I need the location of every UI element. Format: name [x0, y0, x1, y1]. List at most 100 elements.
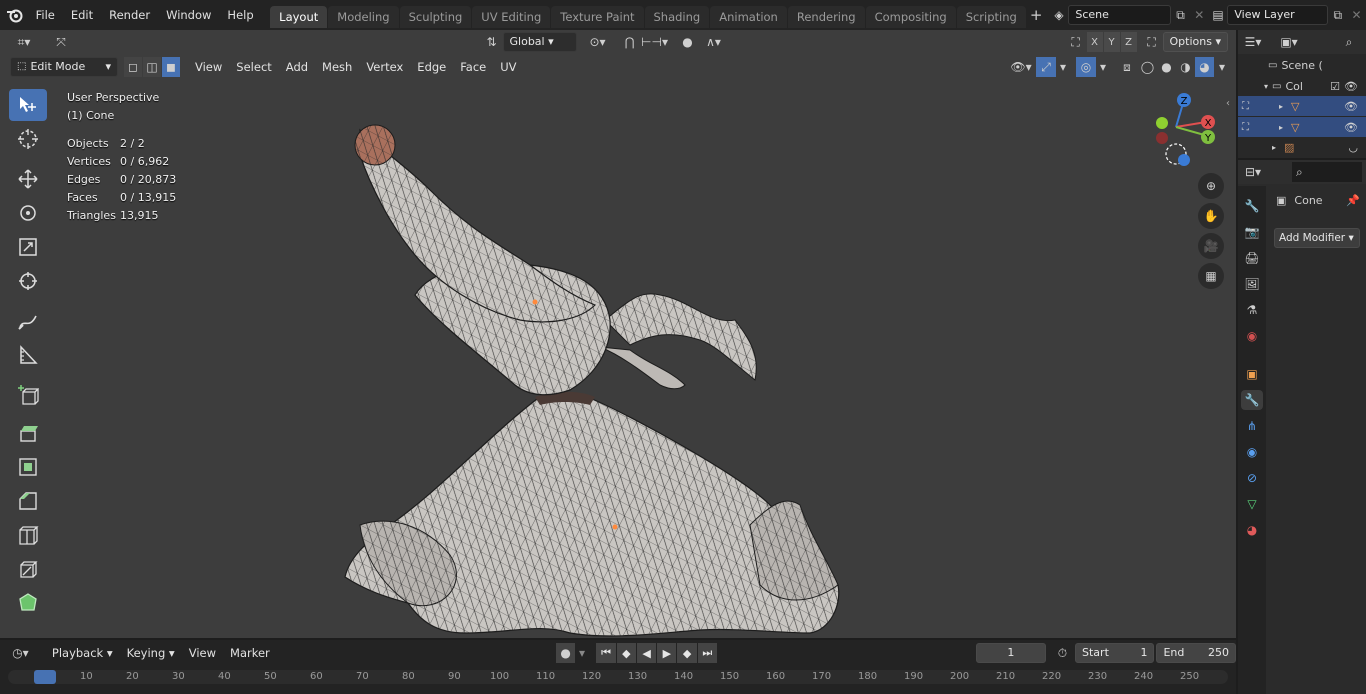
auto-merge-icon[interactable]: ⛶ — [1141, 32, 1163, 52]
gizmo-dropdown-icon[interactable]: ▾ — [1056, 57, 1070, 77]
cursor-tool-icon[interactable] — [9, 123, 47, 155]
hidden-eye-icon[interactable]: ◡ — [1348, 141, 1358, 154]
menu-mesh[interactable]: Mesh — [315, 57, 359, 77]
physics-tab-icon[interactable]: ◉ — [1241, 442, 1263, 462]
add-cube-tool-icon[interactable] — [9, 379, 47, 411]
solid-shading-icon[interactable]: ● — [1157, 57, 1176, 77]
transform-tool-icon[interactable] — [9, 265, 47, 297]
blender-logo-icon[interactable] — [2, 5, 28, 25]
material-shading-icon[interactable]: ◑ — [1176, 57, 1195, 77]
world-tab-icon[interactable]: ◉ — [1241, 326, 1263, 346]
rendered-shading-icon[interactable]: ◕ — [1195, 57, 1214, 77]
menu-window[interactable]: Window — [158, 0, 219, 30]
scene-name-field[interactable]: Scene — [1068, 5, 1172, 25]
select-tool-icon[interactable] — [9, 89, 47, 121]
tab-modeling[interactable]: Modeling — [328, 6, 399, 28]
orientation-icon[interactable]: ⇅ — [481, 32, 503, 52]
constraints-tab-icon[interactable]: ⊘ — [1241, 468, 1263, 488]
pivot-point-icon[interactable]: ⊙▾ — [583, 32, 613, 52]
view-layer-tab-icon[interactable]: 🖼 — [1241, 274, 1263, 294]
tab-compositing[interactable]: Compositing — [865, 6, 956, 28]
mirror-icon[interactable]: ⛶ — [1065, 32, 1087, 52]
inset-tool-icon[interactable] — [9, 451, 47, 483]
eye-icon[interactable]: 👁 — [1344, 100, 1358, 113]
outliner-object-row-2[interactable]: ⛶ ▸ ▽ 👁 — [1238, 117, 1366, 137]
pin-icon[interactable]: 📌 — [1346, 194, 1360, 207]
loop-cut-tool-icon[interactable] — [9, 519, 47, 551]
scene-tab-icon[interactable]: ⚗ — [1241, 300, 1263, 320]
properties-search-icon[interactable]: ⌕ — [1292, 162, 1362, 182]
display-mode-icon[interactable]: ▣▾ — [1274, 32, 1304, 52]
scale-tool-icon[interactable] — [9, 231, 47, 263]
tab-shading[interactable]: Shading — [644, 6, 710, 28]
options-dropdown[interactable]: Options ▾ — [1162, 32, 1228, 52]
mirror-x-toggle[interactable]: X — [1086, 32, 1103, 52]
outliner-search-icon[interactable]: ⌕ — [1338, 32, 1360, 52]
render-tab-icon[interactable]: 📷 — [1241, 222, 1263, 242]
menu-edge[interactable]: Edge — [410, 57, 453, 77]
overlay-dropdown-icon[interactable]: ▾ — [1096, 57, 1110, 77]
outliner-object-row-1[interactable]: ⛶ ▸ ▽ 👁 — [1238, 96, 1366, 116]
perspective-toggle-icon[interactable]: ▦ — [1198, 263, 1224, 289]
falloff-icon[interactable]: ∧▾ — [699, 32, 729, 52]
mode-select[interactable]: ⬚ Edit Mode ▾ — [10, 57, 118, 77]
eye-icon[interactable]: 👁 — [1344, 121, 1358, 134]
add-workspace-icon[interactable]: + — [1027, 5, 1046, 25]
bevel-tool-icon[interactable] — [9, 485, 47, 517]
mesh-model[interactable] — [330, 85, 860, 640]
sidebar-toggle-icon[interactable]: ‹ — [1226, 98, 1230, 109]
particles-tab-icon[interactable]: ⋔ — [1241, 416, 1263, 436]
menu-add[interactable]: Add — [279, 57, 315, 77]
tab-rendering[interactable]: Rendering — [787, 6, 865, 28]
new-view-layer-icon[interactable]: ⧉ — [1328, 5, 1347, 25]
add-modifier-dropdown[interactable]: Add Modifier ▾ — [1274, 228, 1360, 248]
editor-type-icon[interactable]: ⌗▾ — [8, 32, 40, 52]
overlay-toggle-icon[interactable]: ◎ — [1076, 57, 1096, 77]
data-tab-icon[interactable]: ▽ — [1241, 494, 1263, 514]
outliner-editor-icon[interactable]: ☰▾ — [1238, 32, 1268, 52]
tab-animation[interactable]: Animation — [710, 6, 787, 28]
poly-build-tool-icon[interactable] — [9, 587, 47, 619]
edge-select-icon[interactable]: ◫ — [143, 57, 161, 77]
vertex-select-icon[interactable]: ◻ — [124, 57, 142, 77]
remove-scene-icon[interactable]: ✕ — [1190, 5, 1209, 25]
extrude-tool-icon[interactable] — [9, 417, 47, 449]
snap-target-icon[interactable]: ⊢⊣▾ — [641, 32, 669, 52]
menu-view[interactable]: View — [188, 57, 229, 77]
tab-scripting[interactable]: Scripting — [956, 6, 1026, 28]
zoom-icon[interactable]: ⊕ — [1198, 173, 1224, 199]
view-layer-icon[interactable]: ▤ — [1209, 5, 1228, 25]
outliner-scene-row[interactable]: ▭ Scene ( — [1238, 54, 1366, 76]
outliner-object-row-3[interactable]: ▸ ▨ ◡ — [1238, 137, 1366, 157]
menu-file[interactable]: File — [28, 0, 63, 30]
xray-icon[interactable]: ⧈ — [1116, 57, 1138, 77]
scene-icon[interactable]: ◈ — [1050, 5, 1069, 25]
3d-viewport[interactable]: ⌗▾ ⤧ ⇅ Global ▾ ⊙▾ ⋂ ⊢⊣▾ ● ∧▾ ⛶ X Y Z ⛶ … — [0, 30, 1236, 638]
outliner-collection-row[interactable]: ▾ ▭ Col ☑ 👁 — [1238, 76, 1366, 96]
visibility-icon[interactable]: 👁▾ — [1006, 57, 1036, 77]
tab-texture-paint[interactable]: Texture Paint — [551, 6, 644, 28]
remove-view-layer-icon[interactable]: ✕ — [1347, 5, 1366, 25]
modifier-tab-icon[interactable]: 🔧 — [1241, 390, 1263, 410]
move-tool-icon[interactable] — [9, 163, 47, 195]
navigation-gizmo[interactable]: Z X Y — [1148, 90, 1222, 170]
knife-tool-icon[interactable] — [9, 553, 47, 585]
shading-dropdown-icon[interactable]: ▾ — [1214, 57, 1230, 77]
snap-icon[interactable]: ⋂ — [619, 32, 641, 52]
mirror-z-toggle[interactable]: Z — [1120, 32, 1137, 52]
eye-icon[interactable]: 👁 — [1344, 80, 1358, 93]
menu-uv[interactable]: UV — [493, 57, 523, 77]
checkbox-icon[interactable]: ☑ — [1330, 80, 1340, 93]
object-tab-icon[interactable]: ▣ — [1241, 364, 1263, 384]
proportional-edit-icon[interactable]: ● — [677, 32, 699, 52]
wireframe-shading-icon[interactable]: ◯ — [1138, 57, 1157, 77]
menu-select[interactable]: Select — [229, 57, 278, 77]
menu-render[interactable]: Render — [101, 0, 158, 30]
camera-view-icon[interactable]: 🎥 — [1198, 233, 1224, 259]
tab-uv-editing[interactable]: UV Editing — [472, 6, 551, 28]
measure-tool-icon[interactable] — [9, 339, 47, 371]
view-layer-field[interactable]: View Layer — [1227, 5, 1329, 25]
face-select-icon[interactable]: ◼ — [162, 57, 180, 77]
rotate-tool-icon[interactable] — [9, 197, 47, 229]
menu-edit[interactable]: Edit — [63, 0, 101, 30]
